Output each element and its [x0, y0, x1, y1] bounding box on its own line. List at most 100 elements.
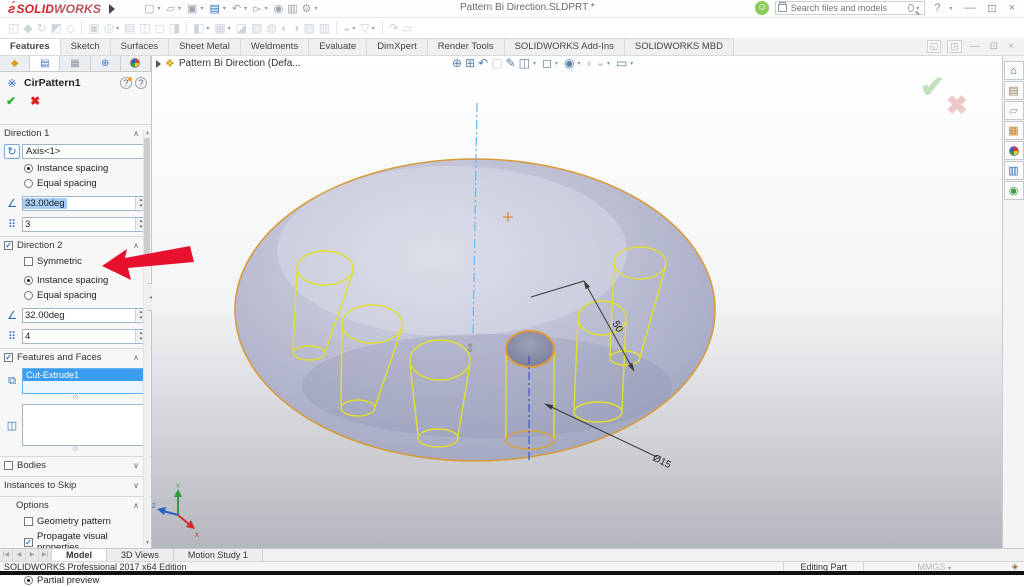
view-palette-icon[interactable]: ▦ — [1004, 121, 1024, 140]
tab-dimxpert[interactable]: DimXpert — [367, 38, 428, 55]
d1-count-value[interactable]: 3 — [23, 219, 32, 230]
options-group-header[interactable]: Options ∧ — [0, 496, 151, 513]
select-caret[interactable]: ▾ — [265, 5, 268, 12]
pm-cancel-button[interactable]: ✖ — [30, 94, 40, 108]
tree-expand-icon[interactable] — [156, 60, 161, 68]
appearances-scenes-icon[interactable] — [1004, 141, 1024, 160]
features-faces-group-header[interactable]: ✓ Features and Faces ∧ — [0, 348, 151, 365]
view-orientation-icon[interactable]: ◫ — [519, 56, 530, 70]
save-icon[interactable]: ▣ — [186, 2, 198, 15]
minimize-button[interactable]: — — [961, 2, 978, 14]
doc-close-icon[interactable]: × — [1006, 41, 1016, 52]
tab-motion-study[interactable]: Motion Study 1 — [174, 549, 263, 561]
tab-weldments[interactable]: Weldments — [241, 38, 309, 55]
model-scene[interactable]: ⇕ — [152, 56, 1002, 548]
edit-appearance-icon[interactable]: ◐ — [586, 56, 593, 70]
annotation-views-icon[interactable]: ✎ — [506, 56, 516, 70]
collapse-chevron-icon[interactable]: ∧ — [133, 501, 139, 510]
d1-count-spinner[interactable]: 3 ▴▾ — [22, 217, 147, 232]
restore-button[interactable]: ⊡ — [984, 2, 999, 15]
tab-sketch[interactable]: Sketch — [61, 38, 111, 55]
open-icon[interactable]: ▱ — [166, 2, 176, 15]
display-manager-tab[interactable] — [121, 56, 151, 71]
file-properties-icon[interactable]: ▥ — [286, 2, 298, 15]
geometry-pattern-option[interactable]: Geometry pattern — [20, 515, 151, 528]
pm-scrollbar[interactable]: ▲ ▼ — [143, 130, 150, 546]
help-button[interactable]: ? — [931, 2, 943, 14]
new-icon[interactable]: ▢ — [143, 2, 155, 15]
doc-minimize-icon[interactable]: — — [968, 41, 982, 52]
part-tree-label[interactable]: Pattern Bi Direction (Defa... — [179, 58, 301, 69]
zoom-to-fit-icon[interactable]: ⊕ — [452, 56, 462, 70]
apply-scene-caret[interactable]: ▾ — [607, 60, 610, 67]
tab-solidworks-addins[interactable]: SOLIDWORKS Add-Ins — [505, 38, 625, 55]
zoom-to-area-icon[interactable]: ⊞ — [465, 56, 475, 70]
property-manager-tab[interactable]: ▤ — [30, 56, 60, 71]
solidworks-resources-icon[interactable]: ⌂ — [1004, 61, 1024, 80]
radio-icon[interactable] — [24, 291, 33, 300]
collapse-chevron-icon[interactable]: ∧ — [133, 129, 139, 138]
print-caret[interactable]: ▾ — [223, 5, 226, 12]
reverse-direction-icon[interactable]: ↻ — [4, 144, 20, 159]
d1-equal-spacing-option[interactable]: Equal spacing — [20, 177, 151, 190]
scroll-down-icon[interactable]: ▼ — [144, 540, 151, 546]
previous-view-icon[interactable]: ↶ — [478, 56, 488, 70]
expand-chevron-icon[interactable]: ∨ — [133, 481, 139, 490]
graphics-viewport[interactable]: ⇕ — [152, 56, 1002, 548]
radio-icon[interactable] — [24, 276, 33, 285]
bodies-checkbox[interactable] — [4, 461, 13, 470]
doc-restore-icon[interactable]: ⊡ — [988, 41, 1000, 52]
symmetric-checkbox[interactable] — [24, 257, 33, 266]
prev-tab-icon[interactable]: ◀ — [13, 549, 26, 561]
tab-render-tools[interactable]: Render Tools — [428, 38, 505, 55]
hide-show-items-icon[interactable]: ◉ — [564, 56, 574, 70]
dome-part-body[interactable] — [235, 159, 715, 461]
d1-angle-value[interactable]: 33.00deg — [23, 198, 67, 209]
options-caret[interactable]: ▾ — [314, 5, 317, 12]
new-caret[interactable]: ▾ — [158, 5, 161, 12]
expand-chevron-icon[interactable]: ∨ — [133, 461, 139, 470]
features-faces-checkbox[interactable]: ✓ — [4, 353, 13, 362]
view-orientation-caret[interactable]: ▾ — [533, 60, 536, 67]
display-style-caret[interactable]: ▾ — [555, 60, 558, 67]
resize-handle-icon[interactable]: ⊙ — [0, 395, 151, 401]
tab-surfaces[interactable]: Surfaces — [111, 38, 170, 55]
open-caret[interactable]: ▾ — [178, 5, 181, 12]
help-caret[interactable]: ▾ — [949, 5, 952, 12]
list-item[interactable] — [23, 381, 146, 393]
last-tab-icon[interactable]: ▶| — [39, 549, 52, 561]
pm-help-icon[interactable]: ? — [135, 77, 147, 89]
close-button[interactable]: × — [1006, 2, 1018, 14]
hide-show-caret[interactable]: ▾ — [577, 60, 580, 67]
previous-document-icon[interactable]: ◱ — [927, 40, 942, 53]
whats-new-icon[interactable]: ? — [120, 77, 132, 89]
rebuild-icon[interactable]: ◉ — [273, 2, 285, 15]
dimxpert-manager-tab[interactable]: ⊕ — [91, 56, 121, 71]
viewport-feature-tree[interactable]: ❖ Pattern Bi Direction (Defa... — [156, 57, 301, 70]
undo-icon[interactable]: ↶ — [231, 2, 242, 15]
confirm-cancel-icon[interactable]: ✖ — [946, 90, 968, 121]
d2-angle-spinner[interactable]: 32.00deg ▴▾ — [22, 308, 147, 323]
next-tab-icon[interactable]: ▶ — [26, 549, 39, 561]
menu-expand-icon[interactable] — [109, 4, 115, 14]
faces-to-pattern-list[interactable] — [22, 404, 147, 446]
search-icon[interactable] — [908, 4, 914, 12]
axis-marker-icon[interactable]: ⇕ — [465, 341, 475, 355]
undo-caret[interactable]: ▾ — [244, 5, 247, 12]
tab-evaluate[interactable]: Evaluate — [309, 38, 367, 55]
tab-features[interactable]: Features — [0, 38, 61, 55]
d1-angle-spinner[interactable]: 33.00deg ▴▾ — [22, 196, 147, 211]
radio-icon[interactable] — [24, 576, 33, 585]
view-settings-icon[interactable]: ▭ — [616, 56, 627, 70]
apply-scene-icon[interactable]: ◒ — [597, 56, 604, 70]
view-settings-caret[interactable]: ▾ — [630, 60, 633, 67]
scroll-up-icon[interactable]: ▲ — [144, 130, 151, 136]
tab-solidworks-mbd[interactable]: SOLIDWORKS MBD — [625, 38, 734, 55]
pattern-axis-field[interactable]: Axis<1> — [22, 144, 147, 159]
direction1-group-header[interactable]: Direction 1 ∧ — [0, 124, 151, 141]
d2-equal-spacing-option[interactable]: Equal spacing — [20, 289, 151, 302]
print-icon[interactable]: ▤ — [208, 2, 220, 15]
pm-ok-button[interactable]: ✔ — [6, 94, 16, 108]
first-tab-icon[interactable]: |◀ — [0, 549, 13, 561]
radio-icon[interactable] — [24, 179, 33, 188]
